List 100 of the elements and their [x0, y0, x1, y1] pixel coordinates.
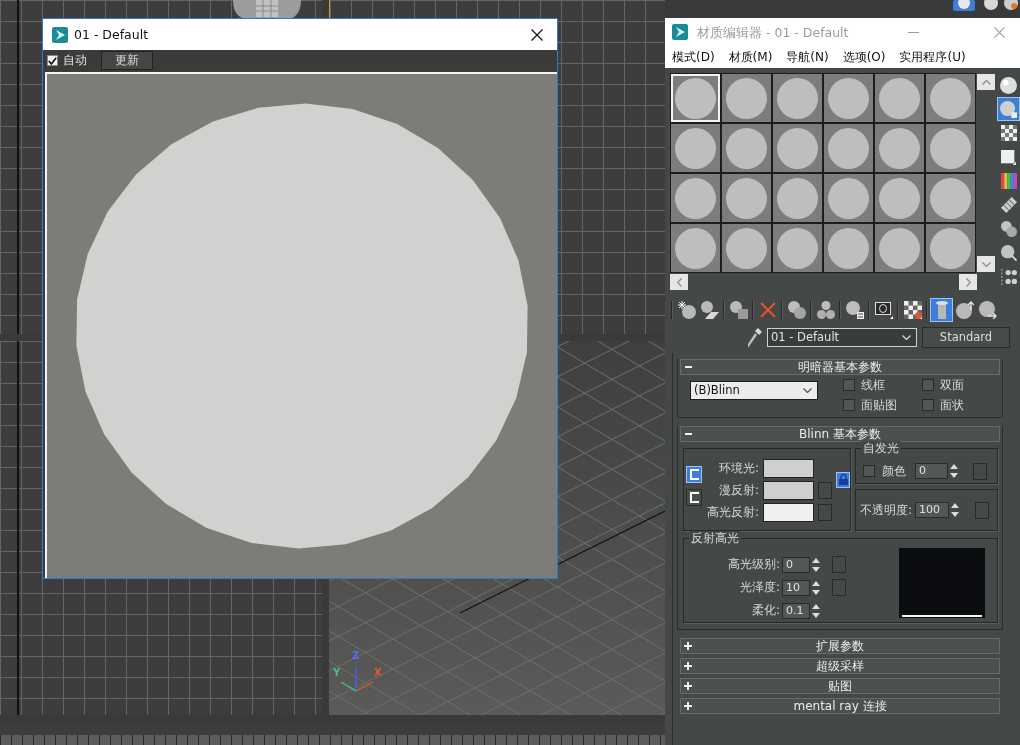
sphere-plane-icon	[700, 301, 719, 319]
sample-slot[interactable]	[823, 123, 874, 173]
group-title: 自发光	[861, 441, 901, 455]
shader-dropdown[interactable]: (B)Blinn	[690, 381, 818, 400]
sample-sphere-icon	[726, 127, 767, 169]
lock-toggle[interactable]	[836, 471, 850, 488]
color-lock-button[interactable]	[686, 489, 702, 506]
material-name-dropdown[interactable]: 01 - Default	[767, 328, 917, 347]
toolbar-button[interactable]	[698, 298, 721, 322]
rollout-header[interactable]: mental ray 连接	[680, 698, 1000, 714]
sample-slot[interactable]	[670, 123, 721, 173]
menu-item[interactable]: 导航(N)	[779, 47, 836, 67]
sample-slot[interactable]	[772, 123, 823, 173]
checkbox-label: 颜色	[882, 463, 906, 479]
square-icon	[1001, 149, 1016, 165]
checkbox[interactable]	[843, 379, 855, 391]
three-spheres-icon	[816, 301, 835, 319]
chevron-down-icon	[902, 335, 911, 340]
sample-slot[interactable]	[670, 173, 721, 223]
color-swatch[interactable]	[763, 481, 814, 500]
toolbar-button[interactable]	[814, 298, 837, 322]
toolbar-button[interactable]	[953, 298, 976, 322]
sample-sphere-icon	[879, 127, 920, 169]
checkbox[interactable]	[843, 399, 855, 411]
color-swatch[interactable]	[763, 503, 814, 522]
scroll-up-button[interactable]	[977, 74, 995, 90]
sample-sphere-icon	[726, 227, 767, 269]
sample-sphere-icon	[675, 77, 716, 119]
sample-slot[interactable]	[670, 73, 721, 123]
sphere-tile-icon[interactable]	[953, 0, 975, 11]
sample-sphere-icon	[777, 177, 818, 219]
sample-slot[interactable]	[772, 73, 823, 123]
sample-slot[interactable]	[721, 173, 772, 223]
padlock-icon	[838, 474, 848, 485]
checkbox[interactable]	[922, 379, 934, 391]
color-swatch[interactable]	[763, 459, 814, 478]
toolbar-button[interactable]	[843, 298, 866, 322]
sample-slot[interactable]	[874, 223, 925, 273]
checkbox[interactable]	[863, 465, 875, 477]
sample-sphere-icon	[726, 77, 767, 119]
checkbox-label: 双面	[940, 377, 964, 393]
rollout-header[interactable]: 明暗器基本参数	[680, 359, 1000, 375]
menu-item[interactable]: 实用程序(U)	[892, 47, 973, 67]
material-type-button[interactable]: Standard	[922, 327, 1010, 348]
two-spheres-icon	[787, 301, 806, 319]
sample-slot[interactable]	[925, 73, 976, 123]
update-button[interactable]: 更新	[101, 51, 153, 70]
sample-slot[interactable]	[874, 73, 925, 123]
spinner-icon[interactable]	[812, 603, 820, 618]
sample-slot[interactable]	[925, 123, 976, 173]
sample-slot[interactable]	[823, 173, 874, 223]
eyedropper-icon[interactable]	[748, 327, 762, 348]
sample-slot[interactable]	[721, 123, 772, 173]
close-icon	[993, 26, 1005, 38]
scroll-right-button[interactable]	[959, 274, 977, 290]
sample-slot[interactable]	[925, 223, 976, 273]
checkbox[interactable]	[47, 55, 58, 66]
checkbox-label: 自动	[63, 53, 87, 68]
sample-slot[interactable]	[925, 173, 976, 223]
menu-item[interactable]: 选项(O)	[835, 47, 893, 67]
sample-slot[interactable]	[721, 73, 772, 123]
toolbar-button[interactable]	[901, 298, 924, 322]
toolbar-button[interactable]	[675, 298, 698, 322]
spinner-icon[interactable]	[951, 503, 960, 517]
two-spheres-icon	[1000, 221, 1017, 237]
sample-slot[interactable]	[874, 123, 925, 173]
sample-slot[interactable]	[874, 173, 925, 223]
sample-slot[interactable]	[721, 223, 772, 273]
sample-slot[interactable]	[772, 173, 823, 223]
toolbar-button[interactable]	[785, 298, 808, 322]
spinner-field[interactable]: 0	[782, 556, 810, 573]
scroll-down-button[interactable]	[977, 256, 995, 272]
checkbox[interactable]	[922, 399, 934, 411]
menu-item[interactable]: 材质(M)	[721, 47, 780, 67]
rollout-header[interactable]: 超级采样	[680, 658, 1000, 674]
color-lock-button[interactable]	[686, 466, 702, 483]
spinner-icon[interactable]	[812, 557, 820, 572]
sample-sphere-icon	[828, 227, 869, 269]
field-label: 高光级别:	[727, 557, 780, 572]
sample-slot[interactable]	[772, 223, 823, 273]
spinner-field[interactable]: 10	[782, 579, 810, 596]
rollout-header[interactable]: 扩展参数	[680, 638, 1000, 654]
sample-slot[interactable]	[670, 223, 721, 273]
rollout-header[interactable]: Blinn 基本参数	[680, 426, 1000, 442]
spinner-field[interactable]: 0	[915, 463, 948, 479]
sample-sphere-icon	[930, 77, 971, 119]
spinner-field[interactable]: 100	[915, 502, 950, 518]
rollout-header[interactable]: 贴图	[680, 678, 1000, 694]
box-circle-icon	[874, 301, 893, 319]
sample-sphere-icon	[777, 77, 818, 119]
spinner-field[interactable]: 0.1	[782, 602, 810, 619]
window-title: 材质编辑器 - 01 - Default	[697, 24, 849, 40]
toolbar-button[interactable]	[727, 298, 750, 322]
sample-slot[interactable]	[823, 73, 874, 123]
menu-item[interactable]: 模式(D)	[665, 47, 722, 67]
toolbar-button[interactable]	[976, 298, 999, 322]
sample-slot[interactable]	[823, 223, 874, 273]
spinner-icon[interactable]	[812, 580, 820, 595]
spinner-icon[interactable]	[950, 464, 958, 478]
scroll-left-button[interactable]	[670, 274, 688, 290]
